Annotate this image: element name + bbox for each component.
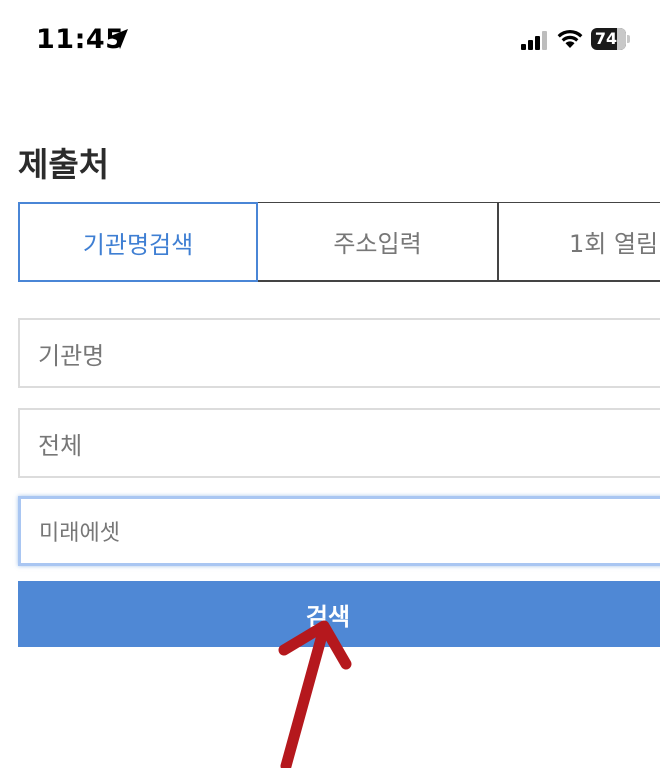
screen: 11:45 74 제출처 기관명검색 주소입력 1회 열림 기관명 전체 미래에… <box>0 0 660 768</box>
annotation-arrow-icon <box>278 620 352 768</box>
location-arrow-icon <box>108 29 128 49</box>
tab-one-time-open[interactable]: 1회 열림 <box>498 202 660 282</box>
tab-bar: 기관명검색 주소입력 1회 열림 <box>18 202 660 284</box>
battery-body: 74 <box>591 28 626 50</box>
category-select[interactable]: 전체 <box>18 408 660 478</box>
status-bar: 11:45 74 <box>0 0 660 80</box>
battery-level: 74 <box>594 29 618 48</box>
wifi-icon <box>557 29 583 48</box>
section-title: 제출처 <box>18 145 110 184</box>
tab-address-input[interactable]: 주소입력 <box>258 202 498 282</box>
battery-tip <box>627 35 630 43</box>
tab-org-search[interactable]: 기관명검색 <box>18 202 258 282</box>
search-input[interactable]: 미래에셋 <box>18 496 660 566</box>
org-name-field[interactable]: 기관명 <box>18 318 660 388</box>
battery-icon: 74 <box>591 28 631 50</box>
cellular-signal-icon <box>521 31 547 50</box>
